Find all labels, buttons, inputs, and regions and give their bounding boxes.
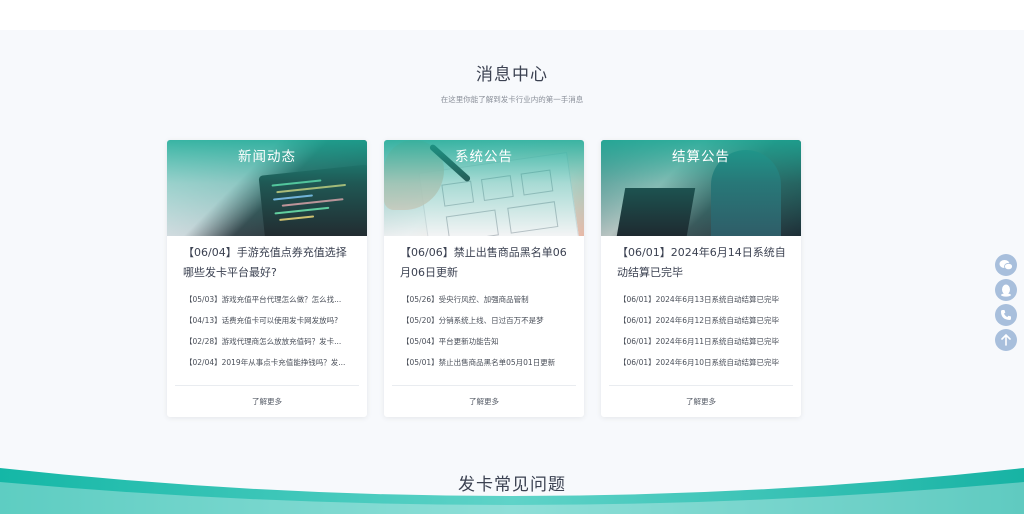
divider [175,385,359,386]
learn-more-link[interactable]: 了解更多 [601,396,801,407]
phone-icon[interactable] [995,304,1017,326]
section-title: 消息中心 [476,65,548,85]
list-item[interactable]: 【06/01】2024年6月12日系统自动结算已完毕 [619,315,787,336]
faq-title: 发卡常见问题 [458,475,566,495]
card-headline-link[interactable]: 【06/06】禁止出售商品黑名单06月06日更新 [400,243,572,283]
wechat-icon[interactable] [995,254,1017,276]
list-item[interactable]: 【05/03】游戏充值平台代理怎么做？怎么找... [185,294,353,315]
list-item[interactable]: 【06/01】2024年6月10日系统自动结算已完毕 [619,357,787,378]
settlement-notice-card-image: 结算公告 [601,140,801,236]
card-label: 新闻动态 [238,149,296,165]
list-item[interactable]: 【05/01】禁止出售商品黑名单05月01日更新 [402,357,570,378]
news-card-image: 新闻动态 [167,140,367,236]
list-item[interactable]: 【06/01】2024年6月11日系统自动结算已完毕 [619,336,787,357]
top-strip [0,0,1024,30]
list-item[interactable]: 【04/13】话费充值卡可以使用发卡网发放吗? [185,315,353,336]
news-list: 【05/03】游戏充值平台代理怎么做？怎么找... 【04/13】话费充值卡可以… [185,294,353,378]
section-subtitle: 在这里你能了解到发卡行业内的第一手消息 [440,95,584,104]
list-item[interactable]: 【06/01】2024年6月13日系统自动结算已完毕 [619,294,787,315]
back-to-top-icon[interactable] [995,329,1017,351]
list-item[interactable]: 【05/20】分销系统上线、日过百万不是梦 [402,315,570,336]
card-headline-link[interactable]: 【06/01】2024年6月14日系统自动结算已完毕 [617,243,789,283]
system-notice-card: 系统公告 【06/06】禁止出售商品黑名单06月06日更新 【05/26】受央行… [384,140,584,417]
card-label: 结算公告 [672,149,730,165]
card-label: 系统公告 [455,149,513,165]
divider [392,385,576,386]
news-card: 新闻动态 【06/04】手游充值点券充值选择哪些发卡平台最好? 【05/03】游… [167,140,367,417]
news-list: 【06/01】2024年6月13日系统自动结算已完毕 【06/01】2024年6… [619,294,787,378]
card-headline-link[interactable]: 【06/04】手游充值点券充值选择哪些发卡平台最好? [183,243,355,283]
settlement-notice-card: 结算公告 【06/01】2024年6月14日系统自动结算已完毕 【06/01】2… [601,140,801,417]
system-notice-card-image: 系统公告 [384,140,584,236]
news-list: 【05/26】受央行风控、加强商品管制 【05/20】分销系统上线、日过百万不是… [402,294,570,378]
list-item[interactable]: 【02/04】2019年从事点卡充值能挣钱吗？发... [185,357,353,378]
qq-icon[interactable] [995,279,1017,301]
learn-more-link[interactable]: 了解更多 [167,396,367,407]
divider [609,385,793,386]
learn-more-link[interactable]: 了解更多 [384,396,584,407]
list-item[interactable]: 【05/26】受央行风控、加强商品管制 [402,294,570,315]
list-item[interactable]: 【05/04】平台更新功能告知 [402,336,570,357]
list-item[interactable]: 【02/28】游戏代理商怎么放放充值码？发卡... [185,336,353,357]
